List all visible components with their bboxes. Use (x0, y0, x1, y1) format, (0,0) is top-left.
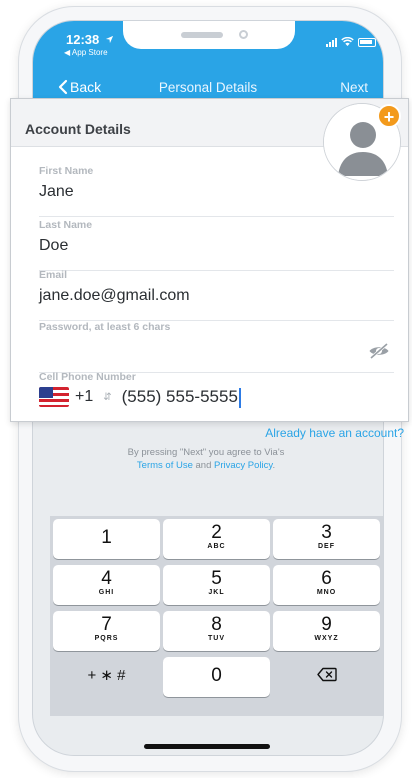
key-4[interactable]: 4 GHI (53, 565, 160, 605)
key-2-num: 2 (211, 522, 222, 543)
key-7-num: 7 (101, 614, 112, 635)
location-arrow-icon (105, 35, 113, 44)
nav-title: Personal Details (158, 80, 258, 95)
status-time-text: 12:38 (66, 32, 100, 47)
signal-icon (326, 37, 337, 47)
cell-phone-input[interactable]: (555) 555-5555 (122, 387, 241, 408)
eye-slash-icon[interactable] (368, 343, 390, 359)
card-title: Account Details (25, 121, 131, 137)
home-indicator (144, 744, 270, 749)
password-field[interactable]: Password, at least 6 chars (39, 321, 394, 373)
key-9-letters: WXYZ (314, 635, 339, 642)
up-down-icon[interactable]: ⇵ (103, 392, 111, 403)
key-2-letters: ABC (207, 543, 226, 550)
agreement-and: and (192, 460, 215, 471)
last-name-field[interactable]: Last Name Doe (39, 219, 394, 271)
key-7-letters: PQRS (94, 635, 119, 642)
key-6-num: 6 (321, 568, 332, 589)
country-code[interactable]: +1 (75, 388, 93, 406)
phone-notch (123, 21, 295, 49)
speaker (181, 32, 223, 38)
key-4-num: 4 (101, 568, 112, 589)
backspace-key[interactable] (273, 657, 380, 697)
terms-of-use-link[interactable]: Terms of Use (137, 460, 193, 471)
key-6-letters: MNO (316, 589, 337, 596)
battery-icon (358, 37, 376, 47)
first-name-input[interactable]: Jane (39, 183, 394, 201)
key-1-num: 1 (101, 527, 112, 548)
next-button[interactable]: Next (340, 80, 368, 95)
key-6[interactable]: 6 MNO (273, 565, 380, 605)
backspace-icon (316, 667, 337, 682)
camera (239, 30, 248, 39)
key-5-num: 5 (211, 568, 222, 589)
cell-phone-value: (555) 555-5555 (121, 387, 238, 406)
email-field[interactable]: Email jane.doe@gmail.com (39, 269, 394, 321)
privacy-policy-link[interactable]: Privacy Policy (214, 460, 272, 471)
key-2[interactable]: 2 ABC (163, 519, 270, 559)
numeric-keypad: 1 2 ABC 3 DEF 4 GHI 5 JKL 6 MNO 7 PQRS 8… (50, 516, 383, 716)
key-8-letters: TUV (208, 635, 225, 642)
cell-phone-field[interactable]: Cell Phone Number +1 ⇵ (555) 555-5555 (39, 371, 394, 411)
password-label: Password, at least 6 chars (39, 321, 171, 333)
key-4-letters: GHI (98, 589, 115, 596)
agreement-text: By pressing "Next" you agree to Via's Te… (0, 446, 412, 472)
already-have-account-link[interactable]: Already have an account? (265, 426, 404, 440)
status-time: 12:38 (66, 32, 114, 47)
plus-icon[interactable]: + (377, 104, 401, 128)
key-7[interactable]: 7 PQRS (53, 611, 160, 651)
key-8[interactable]: 8 TUV (163, 611, 270, 651)
key-0-num: 0 (211, 665, 222, 686)
key-1[interactable]: 1 (53, 519, 160, 559)
key-9[interactable]: 9 WXYZ (273, 611, 380, 651)
key-8-num: 8 (211, 614, 222, 635)
key-3[interactable]: 3 DEF (273, 519, 380, 559)
key-plus-star-hash-label: + ∗ # (87, 667, 126, 684)
key-3-letters: DEF (318, 543, 335, 550)
agreement-period: . (272, 460, 276, 471)
cell-phone-label: Cell Phone Number (39, 371, 136, 383)
status-icons (326, 37, 376, 47)
status-back-to-app[interactable]: ◀ App Store (64, 48, 108, 57)
us-flag-icon[interactable] (39, 387, 69, 408)
key-9-num: 9 (321, 614, 332, 635)
last-name-input[interactable]: Doe (39, 237, 394, 255)
text-cursor (238, 387, 241, 408)
email-input[interactable]: jane.doe@gmail.com (39, 287, 394, 305)
last-name-label: Last Name (39, 219, 93, 231)
key-3-num: 3 (321, 522, 332, 543)
email-label: Email (39, 269, 68, 281)
cell-phone-row: +1 ⇵ (555) 555-5555 (39, 387, 394, 408)
agreement-line1: By pressing "Next" you agree to Via's (127, 447, 285, 458)
key-5[interactable]: 5 JKL (163, 565, 270, 605)
key-5-letters: JKL (208, 589, 225, 596)
key-plus-star-hash[interactable]: + ∗ # (53, 657, 160, 697)
key-0[interactable]: 0 (163, 657, 270, 697)
wifi-icon (341, 37, 354, 46)
